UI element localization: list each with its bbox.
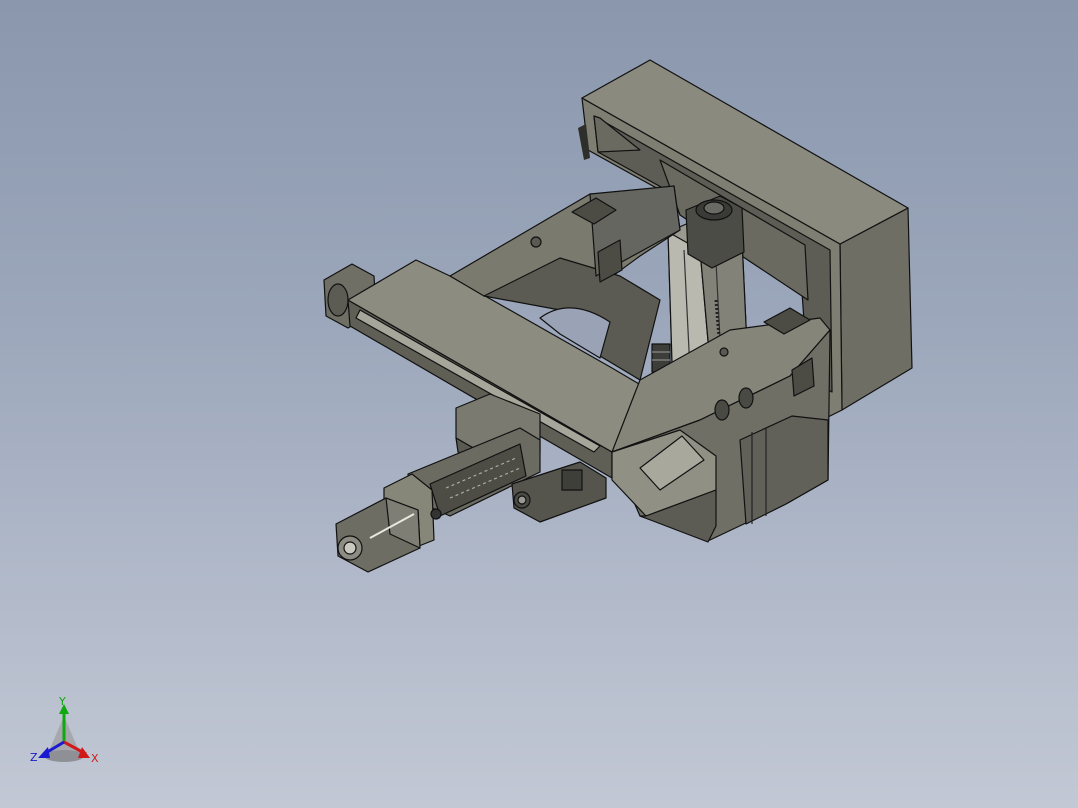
- triad-y-label: Y: [59, 695, 66, 708]
- z-axis-arrowhead: [38, 747, 50, 758]
- graphics-viewport[interactable]: Y Z X: [0, 0, 1078, 808]
- triad-x-label: X: [91, 752, 99, 765]
- triad-z-label: Z: [30, 751, 38, 764]
- cad-assembly-model[interactable]: [0, 0, 1078, 808]
- view-orientation-triad[interactable]: Y Z X: [22, 692, 112, 772]
